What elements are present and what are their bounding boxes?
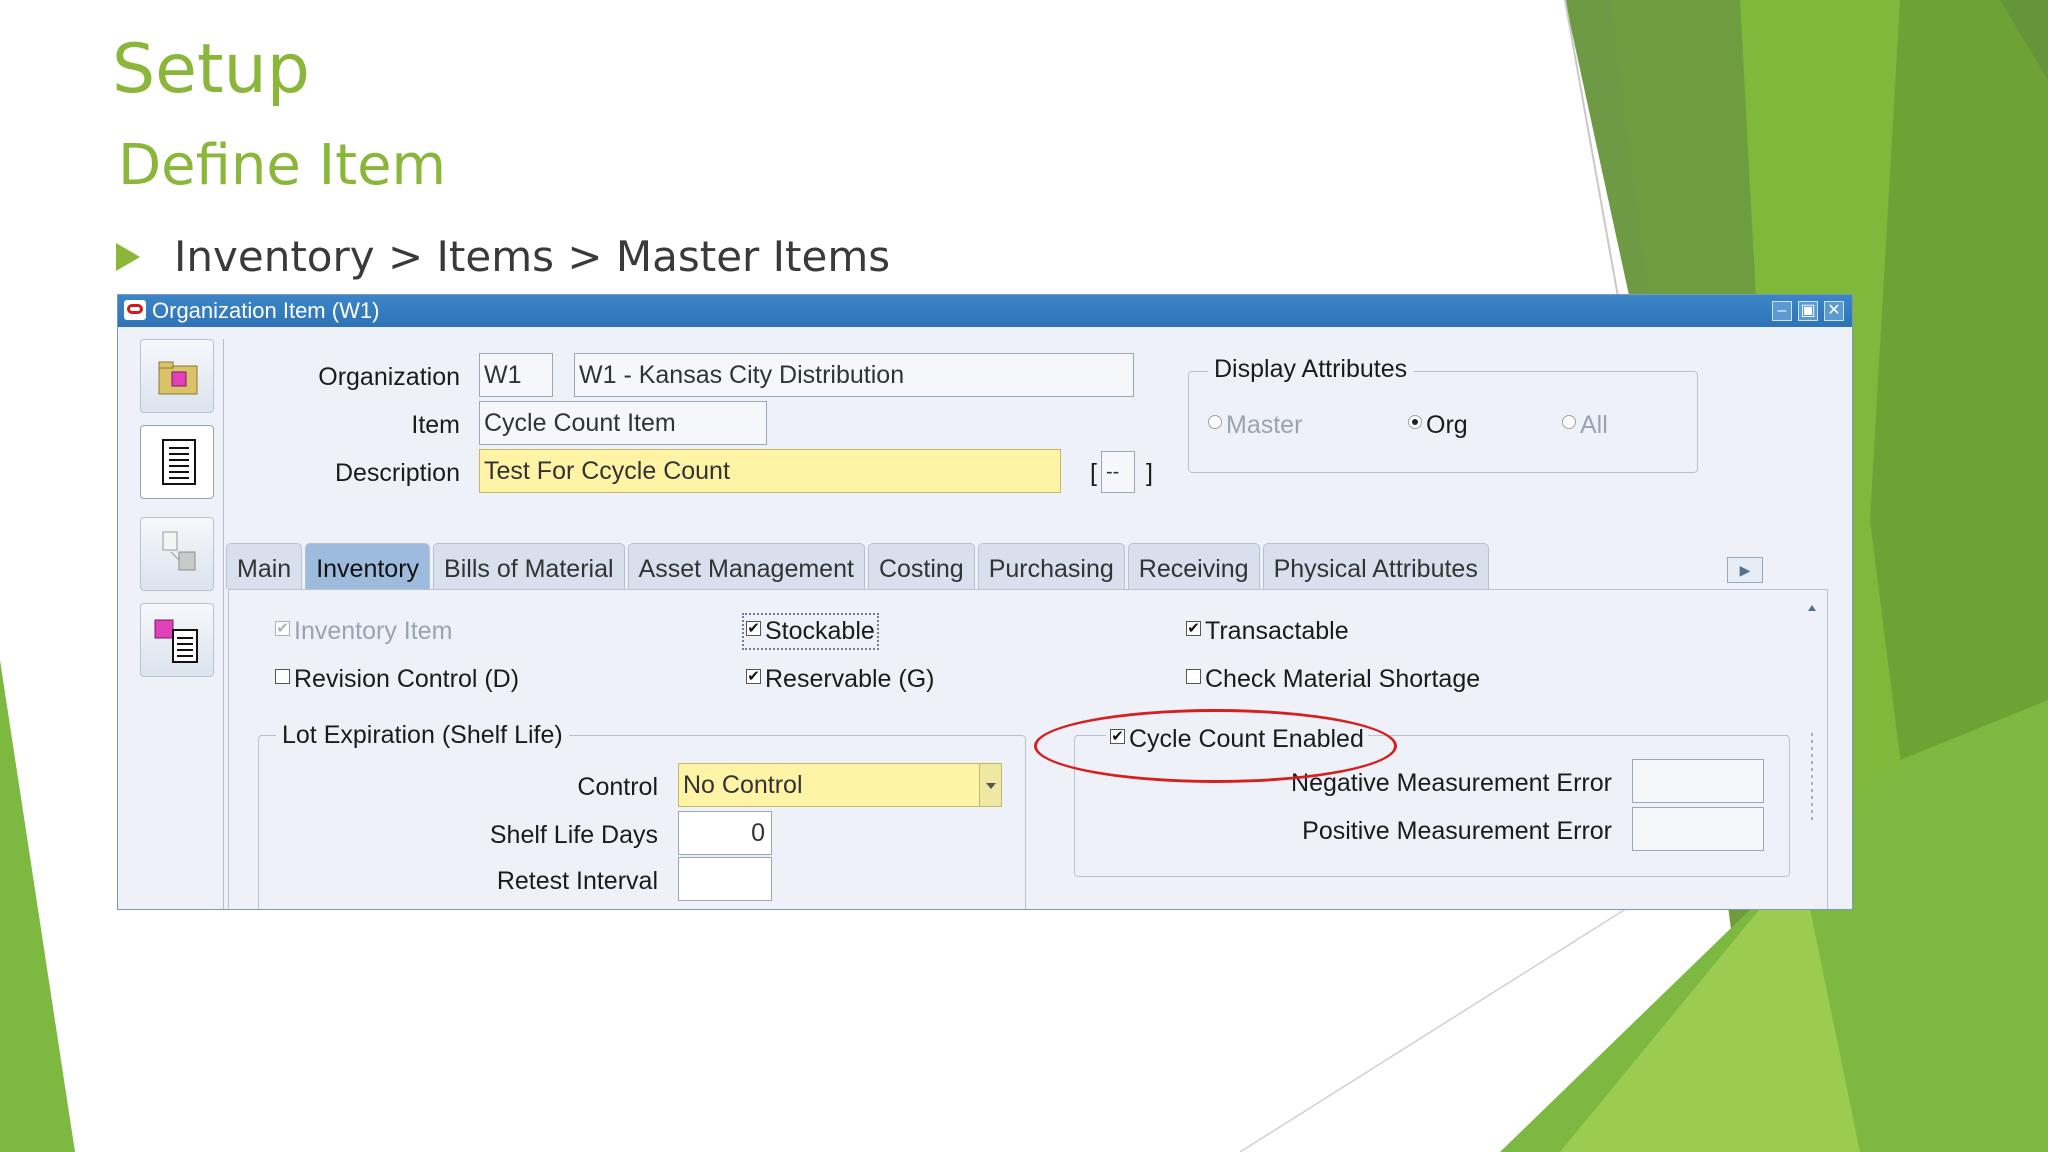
description-field[interactable]: Test For Ccycle Count [479, 449, 1061, 493]
item-attributes-icon[interactable] [140, 603, 214, 677]
positive-measurement-error-label: Positive Measurement Error [1302, 817, 1612, 845]
display-org-radio[interactable]: Org [1408, 411, 1468, 440]
organization-code-field[interactable]: W1 [479, 353, 553, 397]
retest-interval-field[interactable] [678, 857, 772, 901]
tab-purchasing[interactable]: Purchasing [977, 543, 1125, 589]
shelf-life-days-field[interactable]: 0 [678, 811, 772, 855]
control-label: Control [577, 773, 658, 801]
tab-inventory[interactable]: Inventory [305, 543, 431, 589]
tab-bills-of-material[interactable]: Bills of Material [433, 543, 625, 589]
slide-subtitle: Define Item [118, 133, 447, 198]
navigation-path-bullet: Inventory > Items > Master Items [116, 232, 890, 281]
flexfield-open-bracket: [ [1090, 459, 1097, 487]
minimize-icon[interactable]: – [1772, 301, 1792, 321]
flexfield-close-bracket: ] [1146, 459, 1153, 487]
revision-control-checkbox[interactable]: Revision Control (D) [275, 665, 519, 694]
tab-receiving[interactable]: Receiving [1127, 543, 1260, 589]
open-folder-icon[interactable] [140, 339, 214, 413]
display-attributes-title: Display Attributes [1208, 355, 1414, 384]
tab-scroll-right-icon[interactable]: ▶ [1727, 557, 1763, 583]
control-select[interactable]: No Control [678, 763, 1002, 807]
display-master-radio[interactable]: Master [1208, 411, 1302, 440]
organization-name-field[interactable]: W1 - Kansas City Distribution [574, 353, 1134, 397]
item-field[interactable]: Cycle Count Item [479, 401, 767, 445]
negative-measurement-error-field[interactable] [1632, 759, 1764, 803]
list-document-icon[interactable] [140, 425, 214, 499]
positive-measurement-error-field[interactable] [1632, 807, 1764, 851]
close-icon[interactable]: ✕ [1824, 301, 1844, 321]
shelf-life-days-label: Shelf Life Days [489, 821, 658, 849]
retest-interval-label: Retest Interval [496, 867, 658, 895]
lot-expiration-title: Lot Expiration (Shelf Life) [276, 721, 569, 750]
window-title: Organization Item (W1) [152, 298, 380, 323]
vertical-scrollbar[interactable] [1804, 603, 1820, 903]
transactable-checkbox[interactable]: ✔ Transactable [1186, 617, 1349, 646]
slide-title: Setup [112, 30, 310, 109]
display-all-radio[interactable]: All [1562, 411, 1608, 440]
item-label: Item [411, 411, 460, 439]
cycle-count-highlight-oval [1034, 709, 1397, 783]
item-tabs: Main Inventory Bills of Material Asset M… [226, 543, 1489, 589]
stockable-checkbox[interactable]: ✔ Stockable [742, 613, 879, 650]
tab-main[interactable]: Main [226, 543, 303, 589]
reservable-checkbox[interactable]: ✔ Reservable (G) [746, 665, 935, 694]
window-titlebar[interactable]: Organization Item (W1) – ▣ ✕ [118, 295, 1852, 327]
organization-item-window: Organization Item (W1) – ▣ ✕ Organizatio… [117, 294, 1853, 910]
inventory-item-checkbox: ✔ Inventory Item [275, 617, 453, 645]
tab-costing[interactable]: Costing [867, 543, 975, 589]
bullet-arrow-icon [116, 242, 140, 271]
navigation-path: Inventory > Items > Master Items [174, 232, 891, 281]
side-toolbar [128, 339, 224, 909]
chevron-down-icon[interactable] [979, 764, 1001, 806]
description-label: Description [334, 459, 460, 487]
organization-label: Organization [318, 363, 460, 391]
oracle-logo-icon [124, 300, 146, 320]
check-material-shortage-checkbox[interactable]: Check Material Shortage [1186, 665, 1480, 694]
tab-asset-management[interactable]: Asset Management [627, 543, 865, 589]
copy-items-icon[interactable] [140, 517, 214, 591]
descriptive-flexfield[interactable]: -- [1101, 451, 1135, 493]
window-controls: – ▣ ✕ [1772, 301, 1844, 321]
tab-physical-attributes[interactable]: Physical Attributes [1262, 543, 1489, 589]
maximize-icon[interactable]: ▣ [1798, 301, 1818, 321]
